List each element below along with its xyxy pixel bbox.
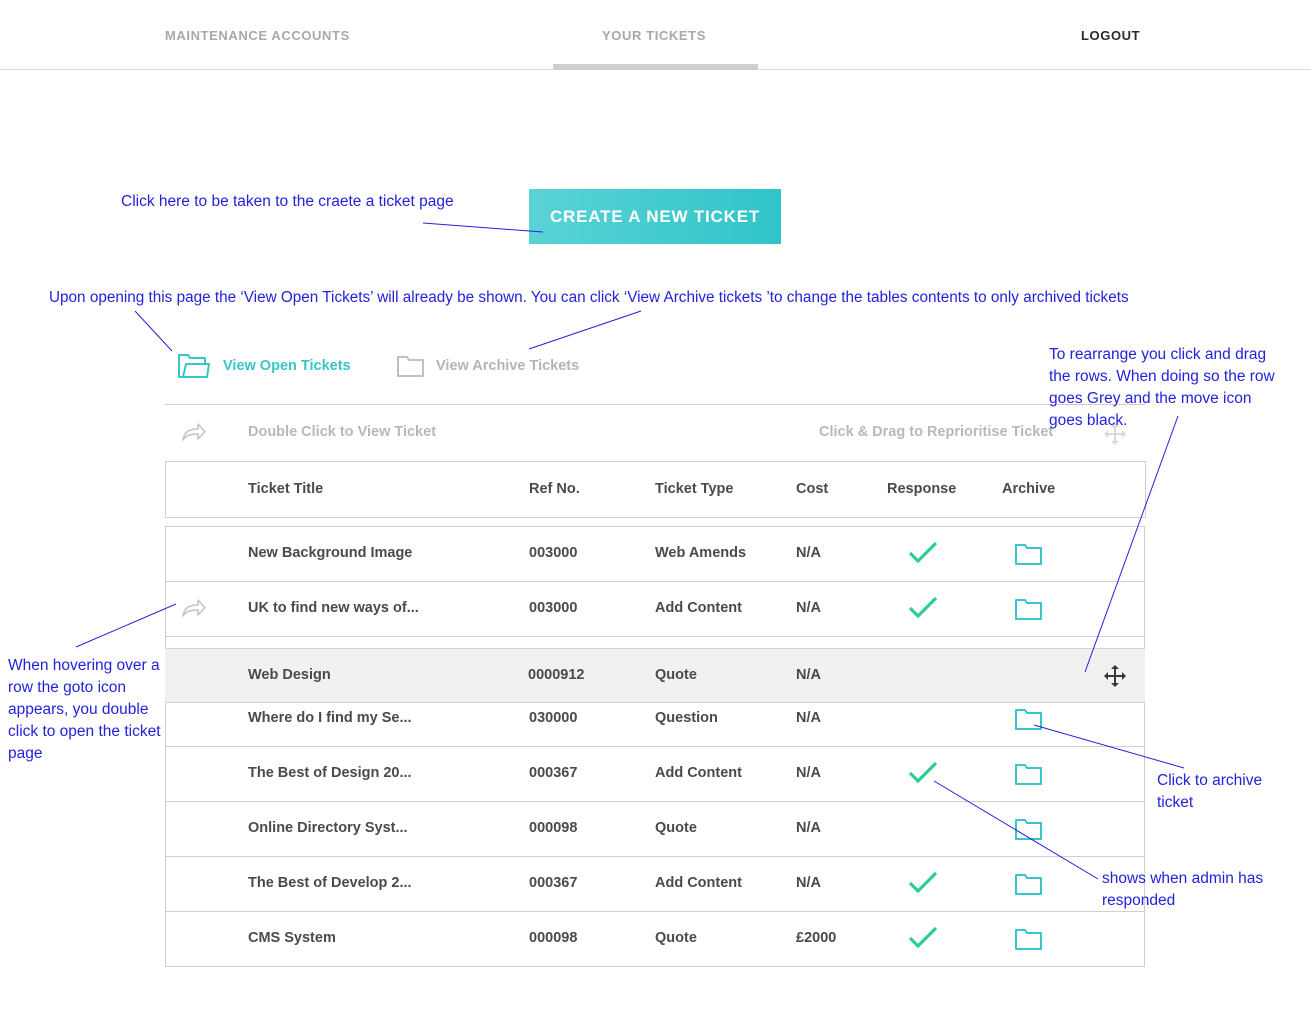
annotation-connectors	[75, 222, 1185, 880]
